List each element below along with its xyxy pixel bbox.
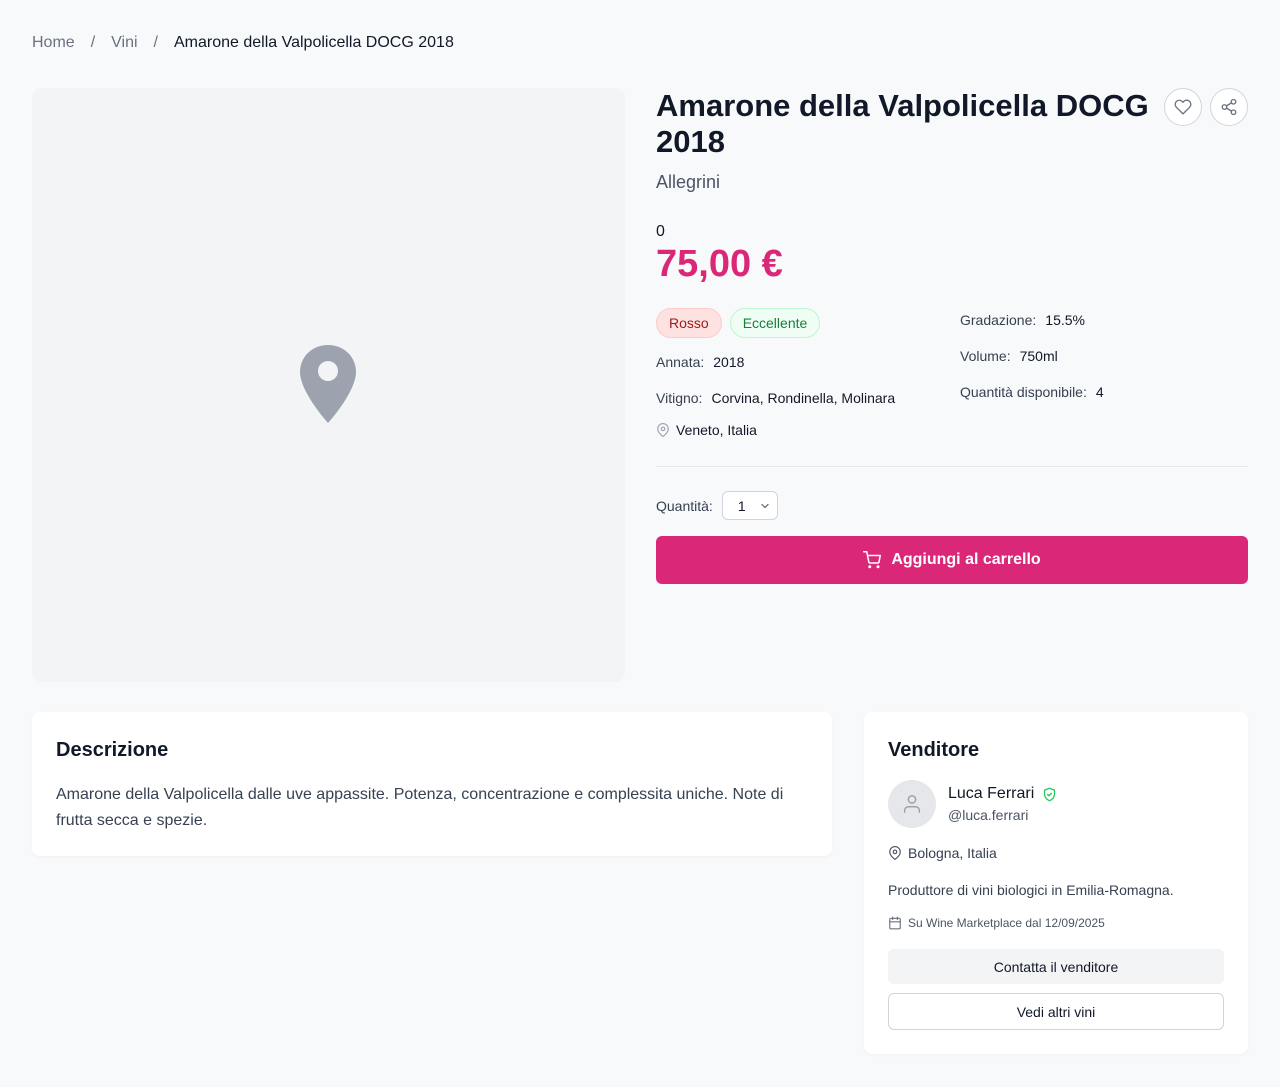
- heart-icon: [1174, 99, 1192, 115]
- avatar[interactable]: [888, 780, 936, 828]
- stock-label: Quantità disponibile:: [960, 384, 1087, 400]
- share-button[interactable]: [1210, 88, 1248, 126]
- quantity-value: 1: [737, 497, 746, 514]
- seller-location: Bologna, Italia: [888, 845, 997, 861]
- vintage-spec: Annata: 2018: [656, 354, 744, 370]
- breadcrumb: Home / Vini / Amarone della Valpolicella…: [32, 34, 454, 52]
- region-spec: Veneto, Italia: [656, 422, 757, 438]
- map-pin-icon: [889, 846, 901, 860]
- description-heading: Descrizione: [56, 739, 169, 761]
- description-text: Amarone della Valpolicella dalle uve app…: [56, 786, 784, 829]
- seller-bio: Produttore di vini biologici in Emilia-R…: [888, 882, 1174, 898]
- breadcrumb-separator: /: [90, 34, 96, 51]
- share-icon: [1221, 98, 1237, 116]
- price-prefix-text: 0: [656, 223, 665, 240]
- description-card: Descrizione Amarone della Valpolicella d…: [32, 712, 832, 856]
- calendar-icon: [889, 916, 901, 930]
- user-icon: [903, 795, 921, 813]
- seller-name[interactable]: Luca Ferrari: [948, 785, 1034, 803]
- region-value: Veneto, Italia: [676, 422, 757, 438]
- volume-spec: Volume: 750ml: [960, 348, 1058, 364]
- quantity-select[interactable]: 1: [721, 491, 778, 520]
- vintage-value: 2018: [713, 354, 745, 370]
- stock-value: 4: [1095, 384, 1104, 400]
- map-pin-icon: [300, 345, 356, 423]
- contact-seller-button[interactable]: Contatta il venditore: [888, 949, 1224, 984]
- wine-type-badge: Rosso: [656, 308, 722, 338]
- abv-label: Gradazione:: [960, 312, 1037, 328]
- grape-label: Vitigno:: [656, 390, 703, 406]
- abv-spec: Gradazione: 15.5%: [960, 312, 1085, 328]
- breadcrumb-vini[interactable]: Vini: [111, 34, 137, 52]
- add-to-cart-label: Aggiungi al carrello: [891, 551, 1041, 568]
- product-image-placeholder: [32, 88, 625, 682]
- quantity-label: Quantità:: [656, 497, 713, 514]
- divider: [656, 466, 1248, 467]
- chevron-down-icon: [761, 503, 769, 508]
- cart-icon: [863, 551, 882, 569]
- breadcrumb-home[interactable]: Home: [32, 34, 75, 52]
- badge-group: Rosso Eccellente: [656, 308, 821, 338]
- grape-spec: Vitigno: Corvina, Rondinella, Molinara: [656, 390, 895, 406]
- add-to-cart-button[interactable]: Aggiungi al carrello: [656, 536, 1248, 584]
- volume-label: Volume:: [960, 348, 1011, 364]
- seller-heading: Venditore: [888, 739, 980, 761]
- favorite-button[interactable]: [1164, 88, 1202, 126]
- seller-location-text: Bologna, Italia: [908, 845, 997, 861]
- seller-profile: Luca Ferrari @luca.ferrari: [888, 780, 1057, 828]
- vintage-label: Annata:: [656, 354, 705, 370]
- producer-name: Allegrini: [656, 172, 721, 192]
- seller-card: Venditore Luca Ferrari @luca.ferrari Bol…: [864, 712, 1248, 1054]
- verified-icon: [1044, 787, 1056, 801]
- map-pin-icon: [657, 423, 669, 437]
- volume-value: 750ml: [1019, 348, 1058, 364]
- product-price: 75,00 €: [656, 243, 783, 285]
- quantity-control: Quantità: 1: [656, 491, 778, 520]
- stock-spec: Quantità disponibile: 4: [960, 384, 1104, 400]
- more-wines-button[interactable]: Vedi altri vini: [888, 993, 1224, 1030]
- breadcrumb-separator: /: [153, 34, 158, 51]
- product-title: Amarone della Valpolicella DOCG 2018: [656, 88, 1149, 159]
- abv-value: 15.5%: [1045, 312, 1085, 328]
- seller-since-text: Su Wine Marketplace dal 12/09/2025: [908, 916, 1105, 930]
- quality-badge: Eccellente: [729, 308, 821, 338]
- grape-value: Corvina, Rondinella, Molinara: [711, 390, 896, 406]
- seller-since: Su Wine Marketplace dal 12/09/2025: [888, 916, 1105, 930]
- seller-handle: @luca.ferrari: [948, 807, 1029, 823]
- breadcrumb-current: Amarone della Valpolicella DOCG 2018: [173, 34, 454, 51]
